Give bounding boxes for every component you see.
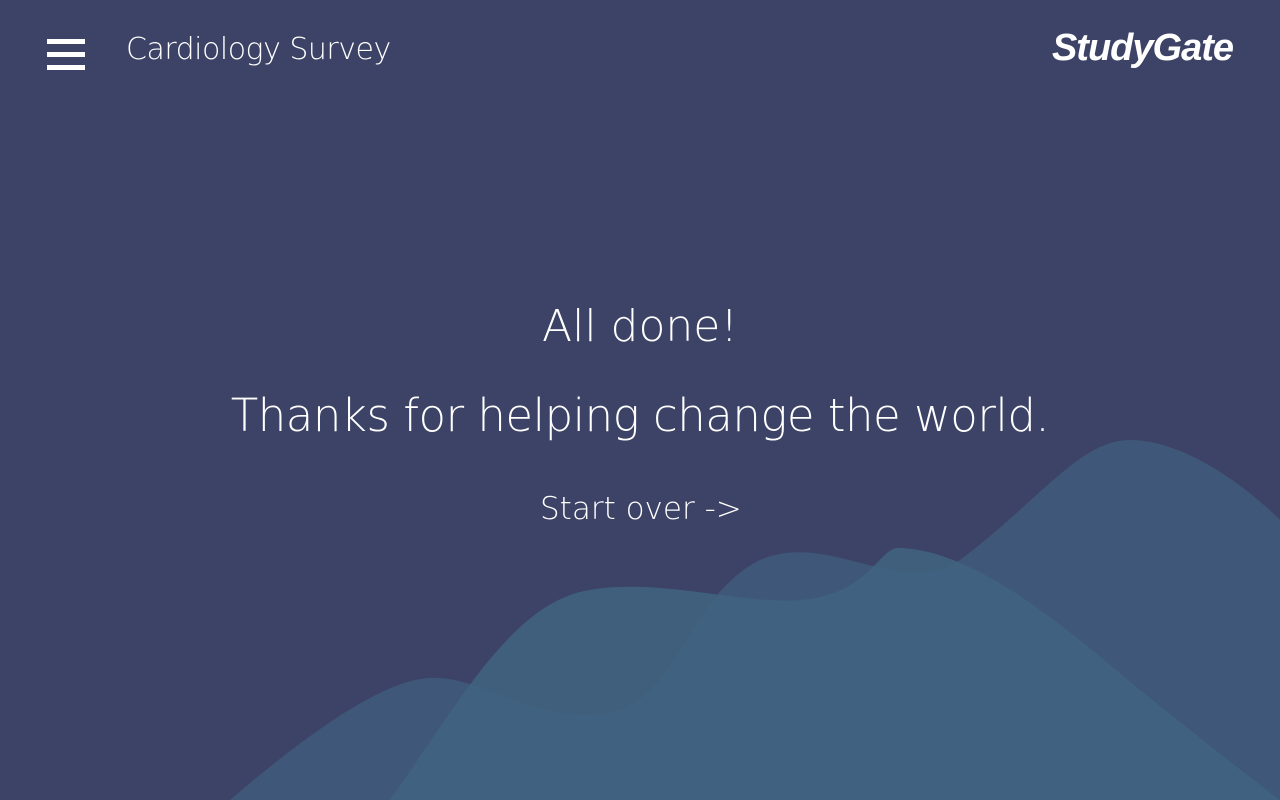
completion-heading: All done! bbox=[542, 301, 738, 352]
page-title: Cardiology Survey bbox=[126, 32, 391, 67]
start-over-link[interactable]: Start over -> bbox=[540, 491, 742, 527]
brand-logo: StudyGate bbox=[1051, 27, 1234, 69]
menu-bar-top bbox=[47, 39, 85, 44]
hamburger-menu-icon[interactable] bbox=[47, 39, 85, 71]
completion-message: Thanks for helping change the world. bbox=[230, 389, 1050, 442]
top-bar: Cardiology Survey StudyGate bbox=[0, 0, 1280, 110]
menu-bar-middle bbox=[47, 52, 85, 57]
menu-bar-bottom bbox=[47, 65, 85, 70]
